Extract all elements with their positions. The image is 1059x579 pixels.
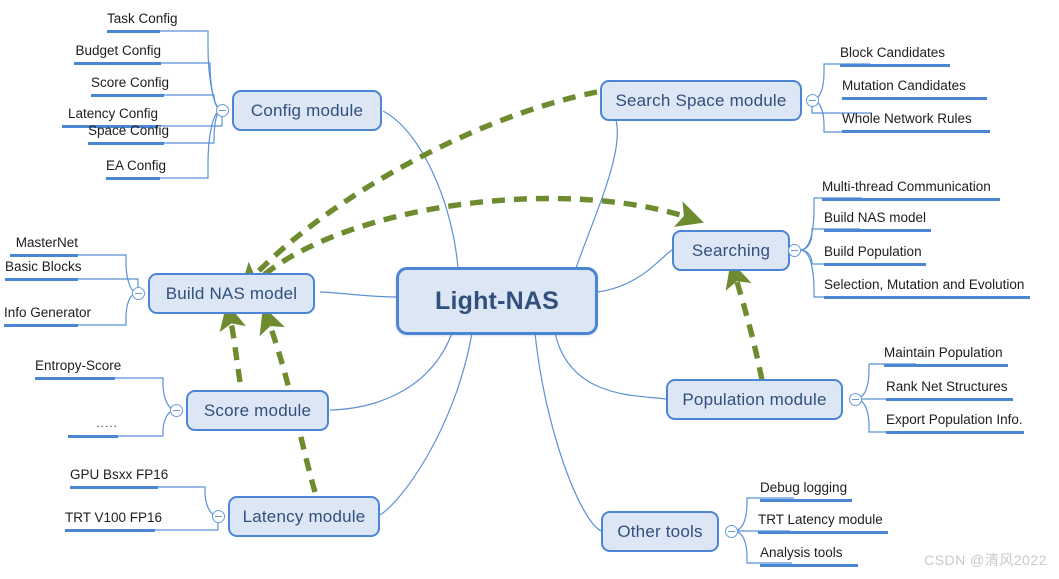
leaf-analysis-tools[interactable]: Analysis tools [760, 544, 858, 567]
leaf-task-config[interactable]: Task Config [107, 10, 178, 33]
module-label: Score module [203, 400, 312, 420]
leaf-whole-network-rules[interactable]: Whole Network Rules [842, 110, 990, 133]
center-node-label: Light-NAS [435, 286, 559, 315]
watermark: CSDN @清风2022 [924, 552, 1047, 568]
module-label: Population module [682, 389, 827, 409]
module-label: Latency module [242, 506, 366, 526]
leaf-mutation-candidates[interactable]: Mutation Candidates [842, 77, 987, 100]
collapse-toggle-latency-module[interactable] [212, 510, 225, 523]
leaf-score-ellipsis[interactable]: ..... [68, 415, 118, 438]
leaf-info-generator[interactable]: Info Generator [4, 304, 91, 327]
leaf-trt-latency-module[interactable]: TRT Latency module [758, 511, 888, 534]
collapse-toggle-config-module[interactable] [216, 104, 229, 117]
collapse-toggle-build-nas-model[interactable] [132, 287, 145, 300]
leaf-basic-blocks[interactable]: Basic Blocks [5, 258, 82, 281]
module-label: Searching [691, 240, 771, 260]
dep-score-to-buildnas [219, 302, 246, 383]
collapse-toggle-other-tools[interactable] [725, 525, 738, 538]
module-label: Other tools [617, 521, 703, 541]
module-label: Build NAS model [165, 283, 298, 303]
collapse-toggle-score-module[interactable] [170, 404, 183, 417]
module-node-search-space-module[interactable]: Search Space module [600, 80, 802, 121]
module-node-other-tools[interactable]: Other tools [601, 511, 719, 552]
leaf-build-nas-model[interactable]: Build NAS model [824, 209, 931, 232]
leaf-debug-logging[interactable]: Debug logging [760, 479, 852, 502]
module-node-population-module[interactable]: Population module [666, 379, 843, 420]
leaf-score-config[interactable]: Score Config [91, 74, 169, 97]
collapse-toggle-searching[interactable] [788, 244, 801, 257]
leaf-selection-mutation-evolution[interactable]: Selection, Mutation and Evolution [824, 276, 1030, 299]
module-label: Config module [250, 100, 364, 120]
module-node-searching[interactable]: Searching [672, 230, 790, 271]
leaf-masternet[interactable]: MasterNet [10, 234, 78, 257]
leaf-block-candidates[interactable]: Block Candidates [840, 44, 950, 67]
module-node-build-nas-model[interactable]: Build NAS model [148, 273, 315, 314]
leaf-maintain-population[interactable]: Maintain Population [884, 344, 1008, 367]
module-node-config-module[interactable]: Config module [232, 90, 382, 131]
leaf-build-population[interactable]: Build Population [824, 243, 926, 266]
leaf-export-population-info[interactable]: Export Population Info. [886, 411, 1024, 434]
leaf-gpu-bsxx-fp16[interactable]: GPU Bsxx FP16 [70, 466, 168, 489]
leaf-ea-config[interactable]: EA Config [106, 157, 166, 180]
module-label: Search Space module [615, 90, 787, 110]
leaf-multi-thread-communication[interactable]: Multi-thread Communication [822, 178, 1000, 201]
leaf-rank-net-structures[interactable]: Rank Net Structures [886, 378, 1013, 401]
dep-population-to-searching [725, 261, 765, 381]
leaf-trt-v100-fp16[interactable]: TRT V100 FP16 [65, 509, 162, 532]
leaf-space-config[interactable]: Space Config [88, 122, 169, 145]
module-node-latency-module[interactable]: Latency module [228, 496, 380, 537]
module-node-score-module[interactable]: Score module [186, 390, 329, 431]
leaf-entropy-score[interactable]: Entropy-Score [35, 357, 121, 380]
center-node-light-nas[interactable]: Light-NAS [396, 267, 598, 335]
collapse-toggle-search-space-module[interactable] [806, 94, 819, 107]
mindmap-canvas: Light-NAS Config module Task Config Budg… [0, 0, 1059, 579]
leaf-budget-config[interactable]: Budget Config [74, 42, 161, 65]
collapse-toggle-population-module[interactable] [849, 393, 862, 406]
